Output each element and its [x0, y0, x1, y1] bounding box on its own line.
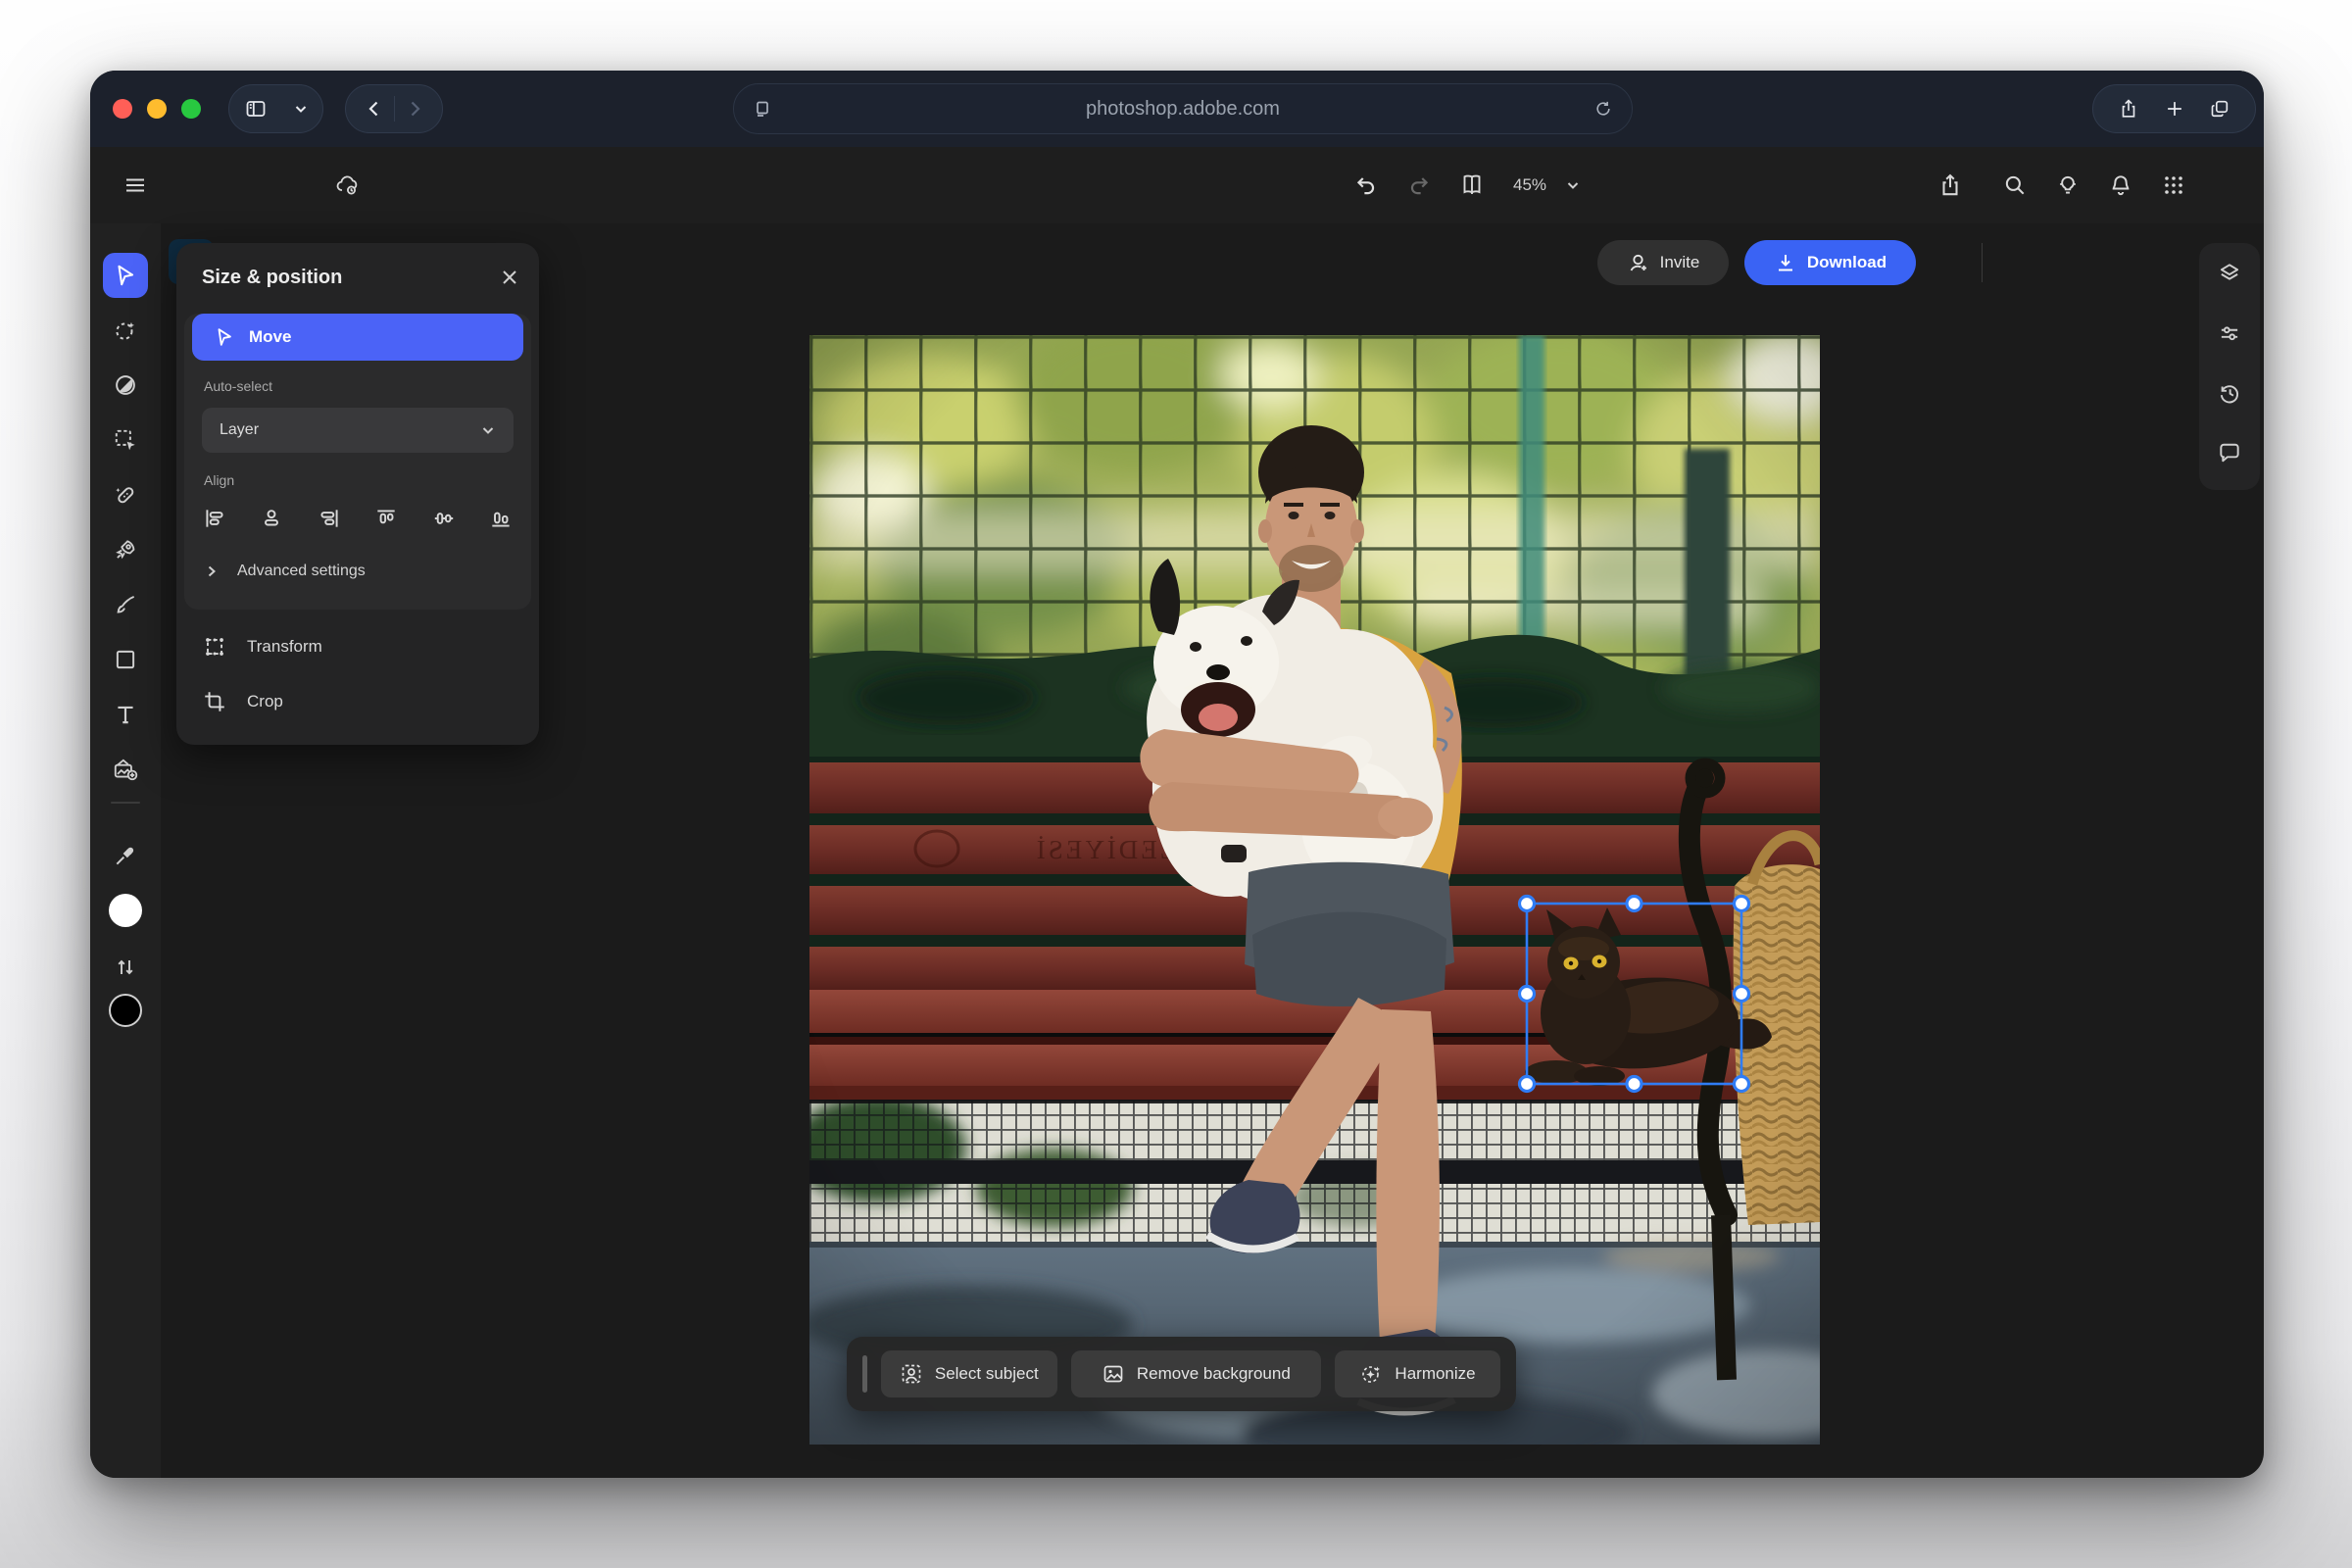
- eyedropper-tool-button[interactable]: [103, 833, 148, 878]
- redo-icon[interactable]: [1397, 164, 1441, 207]
- document-canvas[interactable]: HİR BELEDİYESİ: [809, 335, 1820, 1445]
- photo-vignette: [809, 335, 1820, 1445]
- align-bottom-button[interactable]: [488, 506, 514, 531]
- reload-icon[interactable]: [1575, 99, 1632, 119]
- canvas-photo: HİR BELEDİYESİ: [809, 335, 1820, 1445]
- hamburger-menu-icon[interactable]: [114, 164, 157, 207]
- panel-title: Size & position: [202, 267, 500, 289]
- align-center-vertical-button[interactable]: [431, 506, 457, 531]
- align-buttons: [202, 502, 514, 535]
- shape-tool-button[interactable]: [103, 637, 148, 682]
- photoshop-topbar: Ps IMG_6396 45% Invite Download: [90, 147, 2264, 223]
- zoom-level[interactable]: 45%: [1501, 164, 1558, 207]
- align-right-button[interactable]: [317, 506, 342, 531]
- generative-tool-button[interactable]: [103, 527, 148, 572]
- foreground-color-swatch[interactable]: [109, 894, 142, 927]
- download-button[interactable]: Download: [1744, 240, 1916, 285]
- browser-window: photoshop.adobe.com Ps IMG_6396: [90, 71, 2264, 1478]
- back-button[interactable]: [355, 99, 394, 119]
- cloud-sync-icon[interactable]: [325, 164, 368, 207]
- new-tab-icon[interactable]: [2164, 98, 2185, 120]
- undo-icon[interactable]: [1345, 164, 1388, 207]
- align-label: Align: [204, 472, 234, 488]
- tool-rail: [90, 223, 161, 1478]
- maximize-window-button[interactable]: [181, 99, 201, 119]
- harmonize-button[interactable]: Harmonize: [1335, 1350, 1500, 1397]
- invite-person-icon: [1627, 251, 1650, 274]
- desktop: photoshop.adobe.com Ps IMG_6396: [0, 0, 2352, 1568]
- quick-select-tool-button[interactable]: [103, 417, 148, 463]
- auto-select-dropdown[interactable]: Layer: [202, 408, 514, 453]
- reader-icon[interactable]: [734, 99, 791, 119]
- move-icon: [214, 326, 235, 348]
- sidebar-chevron-icon[interactable]: [293, 101, 309, 117]
- remove-background-button[interactable]: Remove background: [1071, 1350, 1321, 1397]
- panel-close-icon[interactable]: [500, 268, 519, 287]
- search-icon[interactable]: [1993, 164, 2036, 207]
- sidebar-toggle-icon[interactable]: [244, 97, 268, 121]
- browser-share-icon[interactable]: [2118, 98, 2139, 120]
- swap-colors-icon[interactable]: [103, 945, 148, 990]
- panel-rail: [2199, 243, 2260, 490]
- notifications-bell-icon[interactable]: [2099, 164, 2142, 207]
- adjust-tool-button[interactable]: [103, 363, 148, 408]
- transform-row[interactable]: Transform: [202, 629, 322, 664]
- add-image-tool-button[interactable]: [103, 747, 148, 792]
- crop-icon: [202, 689, 227, 714]
- share-icon[interactable]: [1929, 164, 1972, 207]
- browser-toolbar: photoshop.adobe.com: [90, 71, 2264, 147]
- advanced-settings-row[interactable]: Advanced settings: [204, 555, 366, 588]
- auto-select-label: Auto-select: [204, 378, 272, 394]
- chrome-actions-pill: [2092, 84, 2256, 133]
- brush-tool-button[interactable]: [103, 582, 148, 627]
- tab-overview-icon[interactable]: [2209, 98, 2230, 120]
- size-position-panel: Size & position Move Auto-select Layer A…: [176, 243, 539, 745]
- layers-panel-icon[interactable]: [2207, 251, 2252, 296]
- taskbar-drag-handle[interactable]: [862, 1355, 867, 1393]
- adjustments-panel-icon[interactable]: [2207, 311, 2252, 356]
- apps-grid-icon[interactable]: [2152, 164, 2195, 207]
- chevron-down-icon: [480, 422, 496, 438]
- download-icon: [1774, 251, 1797, 274]
- transform-icon: [202, 634, 227, 660]
- remove-background-icon: [1102, 1362, 1125, 1386]
- topbar-divider: [1982, 243, 1983, 282]
- type-tool-button[interactable]: [103, 692, 148, 737]
- move-settings-card: Move Auto-select Layer Align Advanced se…: [184, 314, 531, 610]
- harmonize-icon: [1359, 1362, 1383, 1386]
- background-color-swatch[interactable]: [109, 994, 142, 1027]
- invite-button[interactable]: Invite: [1597, 240, 1729, 285]
- close-window-button[interactable]: [113, 99, 132, 119]
- forward-button[interactable]: [395, 99, 434, 119]
- select-subject-icon: [900, 1362, 923, 1386]
- align-left-button[interactable]: [202, 506, 227, 531]
- magic-select-tool-button[interactable]: [103, 308, 148, 353]
- select-subject-button[interactable]: Select subject: [881, 1350, 1057, 1397]
- contextual-taskbar: Select subject Remove background Harmoni…: [847, 1337, 1516, 1411]
- heal-tool-button[interactable]: [103, 472, 148, 517]
- tool-rail-divider: [111, 802, 140, 804]
- sidebar-pill: [228, 84, 323, 133]
- move-mode-button[interactable]: Move: [192, 314, 523, 361]
- minimize-window-button[interactable]: [147, 99, 167, 119]
- align-top-button[interactable]: [373, 506, 399, 531]
- comments-panel-icon[interactable]: [2207, 430, 2252, 475]
- history-panel-icon[interactable]: [2207, 370, 2252, 416]
- nav-pill: [345, 84, 443, 133]
- compare-view-icon[interactable]: [1450, 164, 1494, 207]
- zoom-chevron-icon[interactable]: [1558, 164, 1588, 207]
- address-bar[interactable]: photoshop.adobe.com: [733, 83, 1633, 134]
- url-text: photoshop.adobe.com: [791, 98, 1575, 121]
- move-tool-button[interactable]: [103, 253, 148, 298]
- lightbulb-icon[interactable]: [2046, 164, 2089, 207]
- align-center-horizontal-button[interactable]: [259, 506, 284, 531]
- crop-row[interactable]: Crop: [202, 684, 283, 719]
- chevron-right-icon: [204, 564, 220, 579]
